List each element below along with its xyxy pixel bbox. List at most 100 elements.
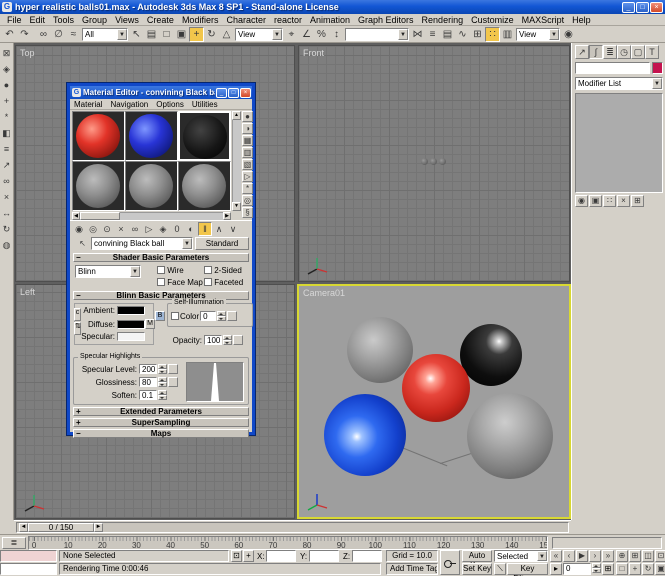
sample-slot-red[interactable] [72, 111, 125, 161]
opacity-field[interactable]: 100 [204, 335, 222, 345]
menu-item[interactable]: MAXScript [518, 15, 569, 25]
shader-type-dropdown[interactable]: Blinn▼ [75, 265, 141, 278]
selection-set-dropdown[interactable]: Selected▼ [494, 550, 548, 562]
auto-key-button[interactable]: Auto Key [462, 550, 492, 562]
sphere-black[interactable] [460, 324, 522, 386]
modifier-list-dropdown[interactable]: Modifier List▼ [575, 77, 663, 90]
spinner-snap-icon[interactable]: ↕ [329, 27, 344, 42]
select-and-rotate-icon[interactable]: ↻ [204, 27, 219, 42]
scroll-right-icon[interactable]: ▶ [223, 212, 231, 220]
menu-item[interactable]: Tools [49, 15, 78, 25]
menu-item[interactable]: Create [143, 15, 178, 25]
faceted-checkbox[interactable]: Faceted [204, 278, 243, 287]
me-menu-item[interactable]: Material [70, 100, 106, 109]
put-to-library-icon[interactable]: ▷ [142, 222, 156, 236]
sample-type-icon[interactable]: ● [242, 111, 253, 122]
material-name-dropdown[interactable]: convining Black ball▼ [91, 237, 193, 250]
scroll-left-icon[interactable]: ◀ [72, 212, 80, 220]
me-maximize-button[interactable]: □ [228, 88, 239, 98]
me-minimize-button[interactable]: _ [216, 88, 227, 98]
time-configuration-icon[interactable]: ⊞ [602, 563, 614, 575]
material-id-icon[interactable]: ◈ [156, 222, 170, 236]
bind-to-spacewarp-icon[interactable]: ≈ [66, 27, 81, 42]
go-forward-icon[interactable]: ∧ [212, 222, 226, 236]
track-bar-ruler[interactable]: 0102030405060708090100110120130140150 [28, 536, 548, 550]
sample-slot-black[interactable] [178, 111, 231, 161]
current-frame-field[interactable]: 0 [563, 563, 591, 575]
add-time-tag[interactable]: Add Time Tag [386, 563, 438, 575]
selection-filter-dropdown[interactable]: All▼ [82, 28, 128, 41]
soften-field[interactable]: 0.1 [139, 390, 157, 400]
render-type-dropdown[interactable]: View▼ [516, 28, 560, 41]
menu-item[interactable]: Help [568, 15, 595, 25]
modifier-stack[interactable] [575, 93, 663, 193]
opacity-spinner[interactable] [223, 335, 232, 345]
glossiness-field[interactable]: 80 [139, 377, 157, 387]
rollout-extended-parameters[interactable]: +Extended Parameters [73, 407, 249, 416]
layer-manager-icon[interactable]: ▤ [440, 27, 455, 42]
delete-material-icon[interactable]: × [114, 222, 128, 236]
opacity-map-button[interactable] [233, 335, 243, 345]
star-icon[interactable]: * [0, 109, 13, 124]
lock-icon[interactable]: ⊠ [0, 45, 13, 60]
key-mode-button[interactable] [440, 550, 460, 575]
named-selection-dropdown[interactable]: ▼ [345, 28, 409, 41]
x-coordinate-field[interactable] [266, 550, 296, 562]
select-by-name-icon[interactable]: ▤ [144, 27, 159, 42]
rollout-maps[interactable]: −Maps [73, 429, 249, 438]
next-frame-arrow[interactable]: ► [94, 523, 103, 532]
menu-item[interactable]: Rendering [418, 15, 468, 25]
viewport-camera-label[interactable]: Camera01 [303, 288, 345, 298]
go-to-end-button[interactable]: » [602, 550, 614, 562]
sample-vertical-scrollbar[interactable]: ▲ ▼ [232, 111, 241, 211]
tab-create[interactable]: ↗ [575, 45, 589, 59]
viewport-top-label[interactable]: Top [20, 48, 35, 58]
tab-utilities[interactable]: T [645, 45, 659, 59]
self-illum-color-checkbox[interactable] [171, 312, 179, 320]
face-map-checkbox[interactable]: Face Map [157, 278, 203, 287]
select-and-scale-icon[interactable]: △ [219, 27, 234, 42]
mirror-icon[interactable]: ⋈ [410, 27, 425, 42]
lock-ambient-diffuse-button[interactable]: c [74, 308, 81, 321]
redo-icon[interactable]: ↷ [17, 27, 32, 42]
key-filters-button[interactable]: Key Filters... [507, 563, 548, 575]
zoom-extents-all-icon[interactable]: ⊡ [655, 550, 665, 562]
make-preview-icon[interactable]: ▷ [242, 171, 253, 182]
select-object-icon[interactable]: ↖ [129, 27, 144, 42]
viewport-left-label[interactable]: Left [20, 287, 35, 297]
two-sided-checkbox[interactable]: 2-Sided [204, 266, 242, 275]
select-and-link-icon[interactable]: ∞ [36, 27, 51, 42]
sphere-blue[interactable] [324, 394, 406, 476]
rotate-icon[interactable]: ↻ [0, 221, 13, 236]
bw-swatch-icon[interactable]: ◧ [0, 125, 13, 140]
show-end-result-icon[interactable]: ▣ [589, 195, 602, 207]
rollout-supersampling[interactable]: +SuperSampling [73, 418, 249, 427]
maxscript-listener-field[interactable] [0, 563, 57, 575]
close-button[interactable]: × [650, 2, 663, 13]
background-icon[interactable]: ▦ [242, 135, 253, 146]
self-illum-spinner[interactable] [217, 311, 226, 321]
pin-stack-icon[interactable]: ◉ [575, 195, 588, 207]
rectangular-selection-icon[interactable]: □ [159, 27, 174, 42]
window-crossing-icon[interactable]: ▣ [174, 27, 189, 42]
minimize-button[interactable]: _ [622, 2, 635, 13]
scroll-up-icon[interactable]: ▲ [232, 111, 241, 120]
z-coordinate-field[interactable] [352, 550, 382, 562]
maximize-button[interactable]: □ [636, 2, 649, 13]
material-navigator-icon[interactable]: § [242, 207, 253, 218]
scene-object-dot[interactable] [421, 158, 428, 165]
render-scene-icon[interactable]: ▥ [500, 27, 515, 42]
glossiness-spinner[interactable] [158, 377, 167, 387]
pan-icon[interactable]: + [629, 563, 641, 575]
me-menu-item[interactable]: Utilities [188, 100, 222, 109]
backlight-icon[interactable]: ◑ [242, 123, 253, 134]
tab-modify[interactable]: ∫ [589, 45, 603, 59]
menu-item[interactable]: Modifiers [178, 15, 223, 25]
go-to-start-button[interactable]: « [550, 550, 562, 562]
specular-color-swatch[interactable] [117, 332, 145, 341]
specular-level-map-button[interactable] [168, 364, 178, 374]
fan-icon[interactable]: ◍ [0, 237, 13, 252]
previous-frame-button[interactable]: ‹ [563, 550, 575, 562]
show-map-in-viewport-icon[interactable]: 0 [170, 222, 184, 236]
scene-object-dot[interactable] [430, 158, 437, 165]
